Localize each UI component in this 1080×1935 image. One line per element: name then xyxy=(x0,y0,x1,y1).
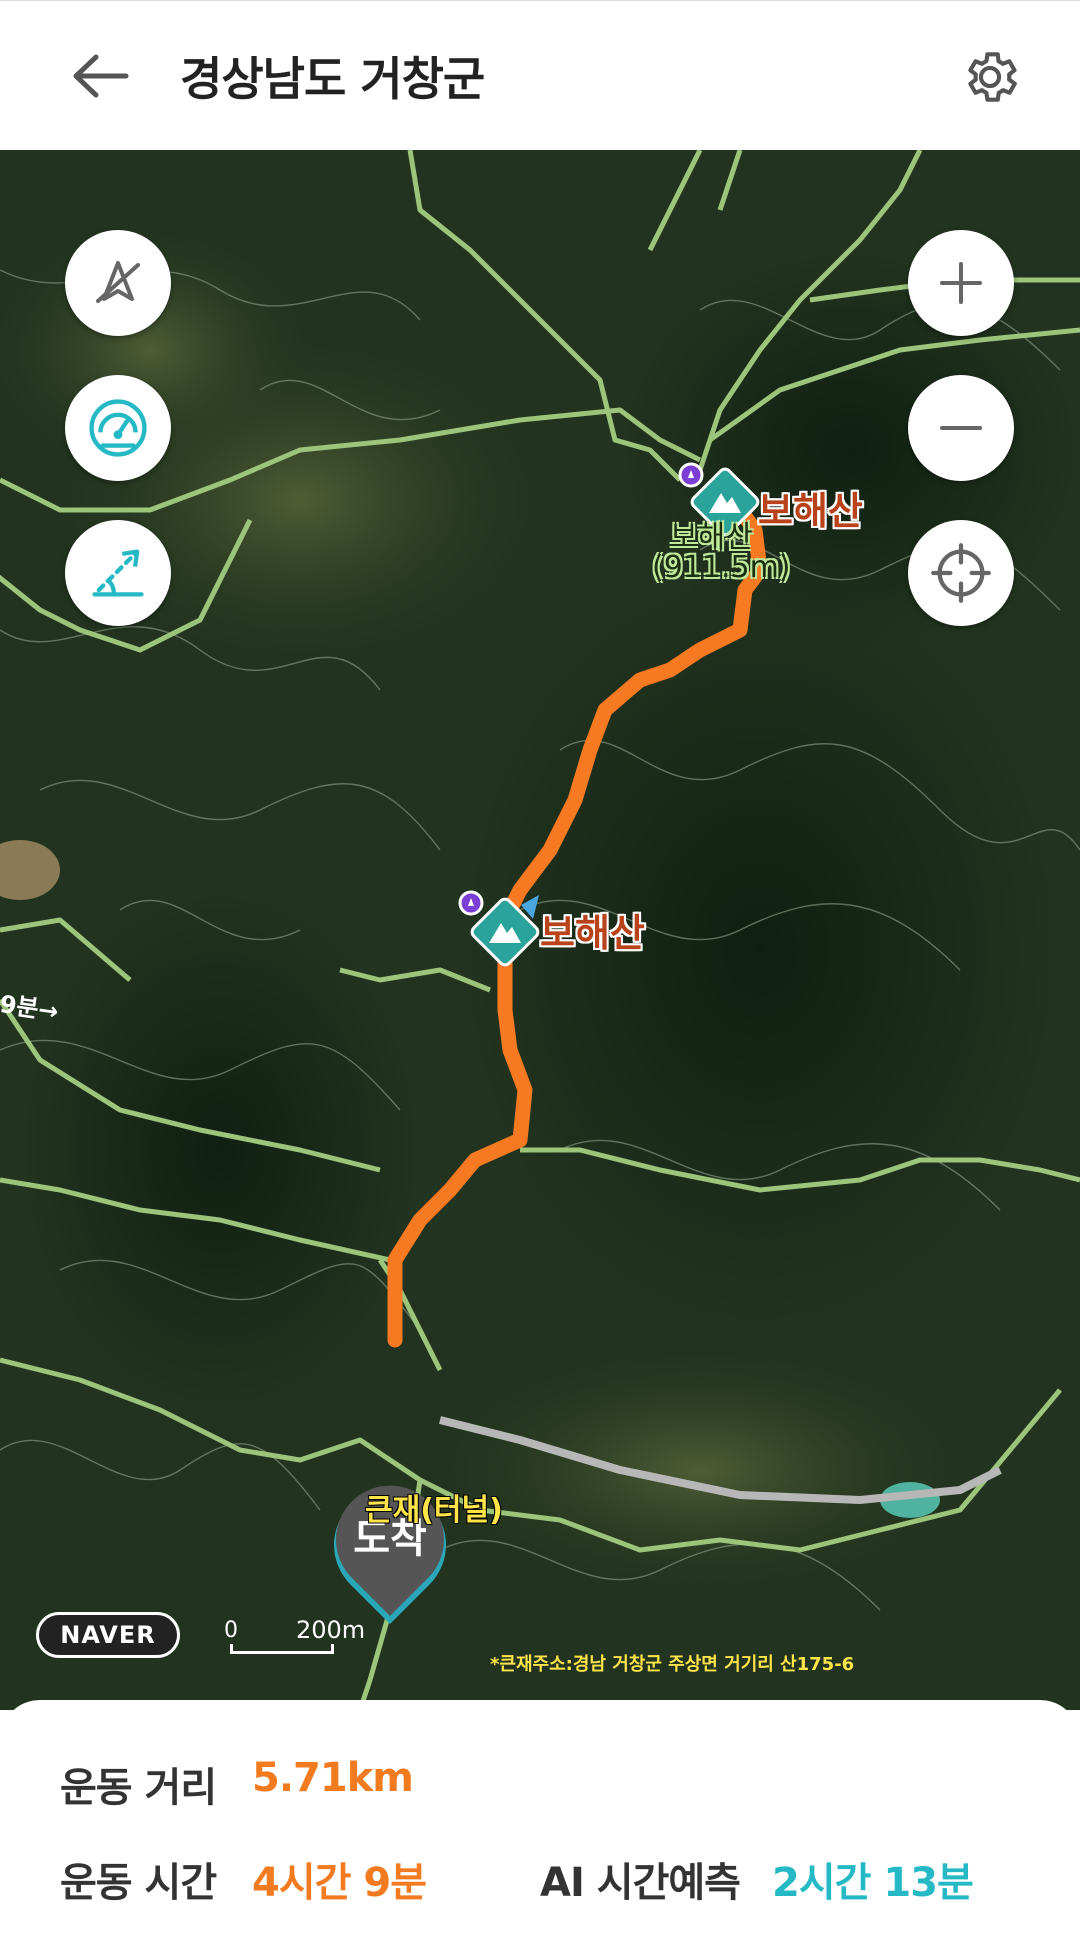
ai-prediction-label: AI 시간예측 xyxy=(540,1860,741,1906)
exercise-time-label: 운동 시간 xyxy=(60,1860,217,1906)
zoom-in-button[interactable] xyxy=(908,230,1014,336)
speed-button[interactable] xyxy=(65,375,171,481)
page-title: 경상남도 거창군 xyxy=(180,52,485,106)
app-header: 경상남도 거창군 xyxy=(0,0,1080,150)
map-view[interactable]: 보해산 (911.5m) 보해산 보해산 9분→ 도착 큰재(터널) NAVER… xyxy=(0,150,1080,1710)
slope-icon xyxy=(92,549,144,597)
scale-bar xyxy=(230,1644,334,1654)
tunnel-label: 큰재(터널) xyxy=(365,1493,503,1528)
compass-off-icon xyxy=(96,261,140,303)
gear-icon xyxy=(968,52,1017,102)
naver-logo: NAVER xyxy=(36,1612,180,1658)
peak-label-lower: 보해산 xyxy=(540,911,645,955)
peak-label-upper: 보해산 xyxy=(758,489,863,533)
peak-elevation: (911.5m) xyxy=(652,550,791,585)
address-note: *큰재주소:경남 거창군 주상면 거기리 산175-6 xyxy=(490,1654,855,1675)
zoom-out-icon xyxy=(940,426,982,430)
speedometer-icon xyxy=(89,399,147,457)
distance-value: 5.71km xyxy=(252,1755,414,1801)
compass-toggle-button[interactable] xyxy=(65,230,171,336)
distance-label: 운동 거리 xyxy=(60,1765,217,1811)
settings-button[interactable] xyxy=(950,37,1030,117)
peak-marker-lower[interactable] xyxy=(455,885,550,975)
zoom-in-icon xyxy=(940,262,982,304)
locate-icon xyxy=(931,543,991,603)
slope-button[interactable] xyxy=(65,520,171,626)
exercise-time-value: 4시간 9분 xyxy=(252,1860,427,1906)
ai-prediction-value: 2시간 13분 xyxy=(772,1860,974,1906)
scale-distance: 200m xyxy=(296,1616,366,1644)
stats-panel: 운동 거리 5.71km 운동 시간 4시간 9분 AI 시간예측 2시간 13… xyxy=(0,1700,1080,1935)
back-button[interactable] xyxy=(62,41,138,111)
scale-start: 0 xyxy=(224,1618,238,1643)
arrow-left-icon xyxy=(73,54,129,98)
zoom-out-button[interactable] xyxy=(908,375,1014,481)
locate-button[interactable] xyxy=(908,520,1014,626)
